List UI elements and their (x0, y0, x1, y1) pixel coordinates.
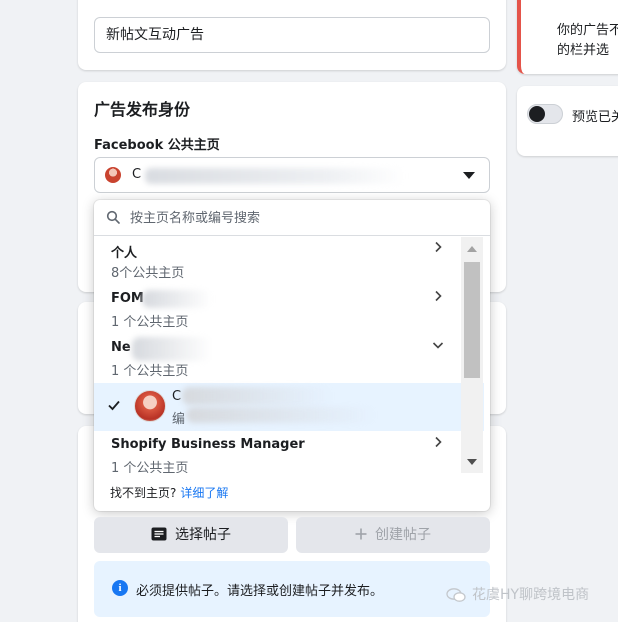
plus-icon (355, 528, 367, 540)
list-item-title: C (172, 389, 182, 404)
list-item-title: Ne (111, 340, 131, 355)
check-icon (108, 400, 120, 411)
select-post-label: 选择帖子 (175, 527, 231, 543)
watermark-text: 花虞HY聊跨境电商 (472, 587, 590, 603)
facebook-page-label: Facebook 公共主页 (94, 138, 220, 153)
list-item-subtitle: 1 个公共主页 (111, 364, 189, 379)
toggle-knob (529, 106, 545, 122)
list-item-subtitle: 8个公共主页 (111, 266, 185, 281)
redacted-blur (186, 407, 376, 423)
facebook-page-select[interactable]: C (94, 157, 490, 193)
info-banner: i 必须提供帖子。请选择或创建帖子并发布。 (94, 561, 490, 617)
list-item-subtitle: 编 (172, 412, 186, 427)
preview-label: 预览已关 (572, 110, 618, 125)
list-item-title: 个人 (111, 246, 138, 261)
chevron-right-icon (435, 436, 442, 448)
info-text: 必须提供帖子。请选择或创建帖子并发布。 (136, 584, 384, 599)
search-icon (106, 210, 120, 224)
info-icon: i (112, 580, 128, 596)
chevron-right-icon (435, 290, 442, 302)
list-item-shopify[interactable]: Shopify Business Manager 1 个公共主页 (94, 431, 460, 473)
scrollbar-thumb[interactable] (464, 262, 480, 378)
page-dropdown: 个人 8个公共主页 FOM 1 个公共主页 Ne 1 个公共主页 C 编 Sho… (94, 200, 490, 511)
list-item-title: FOM (111, 291, 144, 306)
warning-line: 的栏并选 (557, 43, 610, 58)
footer-text: 找不到主页? (110, 486, 177, 500)
learn-more-link[interactable]: 详细了解 (180, 486, 228, 500)
page-search-row (94, 200, 490, 236)
scroll-down-arrow-icon[interactable] (467, 459, 477, 465)
list-item-personal[interactable]: 个人 8个公共主页 (94, 237, 460, 285)
preview-toggle[interactable] (527, 104, 563, 124)
list-item-ne[interactable]: Ne 1 个公共主页 (94, 334, 460, 383)
redacted-blur (182, 387, 332, 405)
redacted-blur (142, 290, 212, 308)
warning-line: 你的广告不 (557, 23, 618, 38)
warning-text: 你的广告不 的栏并选 (557, 21, 618, 61)
select-post-button[interactable]: 选择帖子 (94, 517, 288, 553)
list-item-fom[interactable]: FOM 1 个公共主页 (94, 285, 460, 334)
post-icon (151, 527, 167, 541)
page-avatar (105, 167, 121, 183)
selected-page-name: C (132, 167, 142, 182)
caret-down-icon (463, 172, 475, 179)
list-item-selected-page[interactable]: C 编 (94, 383, 484, 431)
chevron-right-icon (435, 241, 442, 253)
chevron-down-icon (432, 342, 444, 349)
redacted-blur (132, 337, 212, 361)
create-post-label: 创建帖子 (375, 527, 431, 543)
section-title: 广告发布身份 (94, 100, 191, 119)
redacted-blur (145, 168, 405, 184)
create-post-button[interactable]: 创建帖子 (296, 517, 490, 553)
dropdown-footer: 找不到主页? 详细了解 (110, 484, 228, 501)
scroll-up-arrow-icon[interactable] (467, 246, 477, 252)
page-search-input[interactable] (130, 206, 470, 230)
ad-name-input[interactable]: 新帖文互动广告 (94, 17, 490, 53)
list-item-subtitle: 1 个公共主页 (111, 461, 189, 473)
page-avatar (134, 390, 166, 422)
list-item-subtitle: 1 个公共主页 (111, 315, 189, 330)
wechat-icon (446, 588, 466, 602)
watermark: 花虞HY聊跨境电商 (446, 584, 589, 604)
page-list: 个人 8个公共主页 FOM 1 个公共主页 Ne 1 个公共主页 C 编 Sho… (94, 237, 490, 473)
list-item-title: Shopify Business Manager (111, 437, 305, 452)
